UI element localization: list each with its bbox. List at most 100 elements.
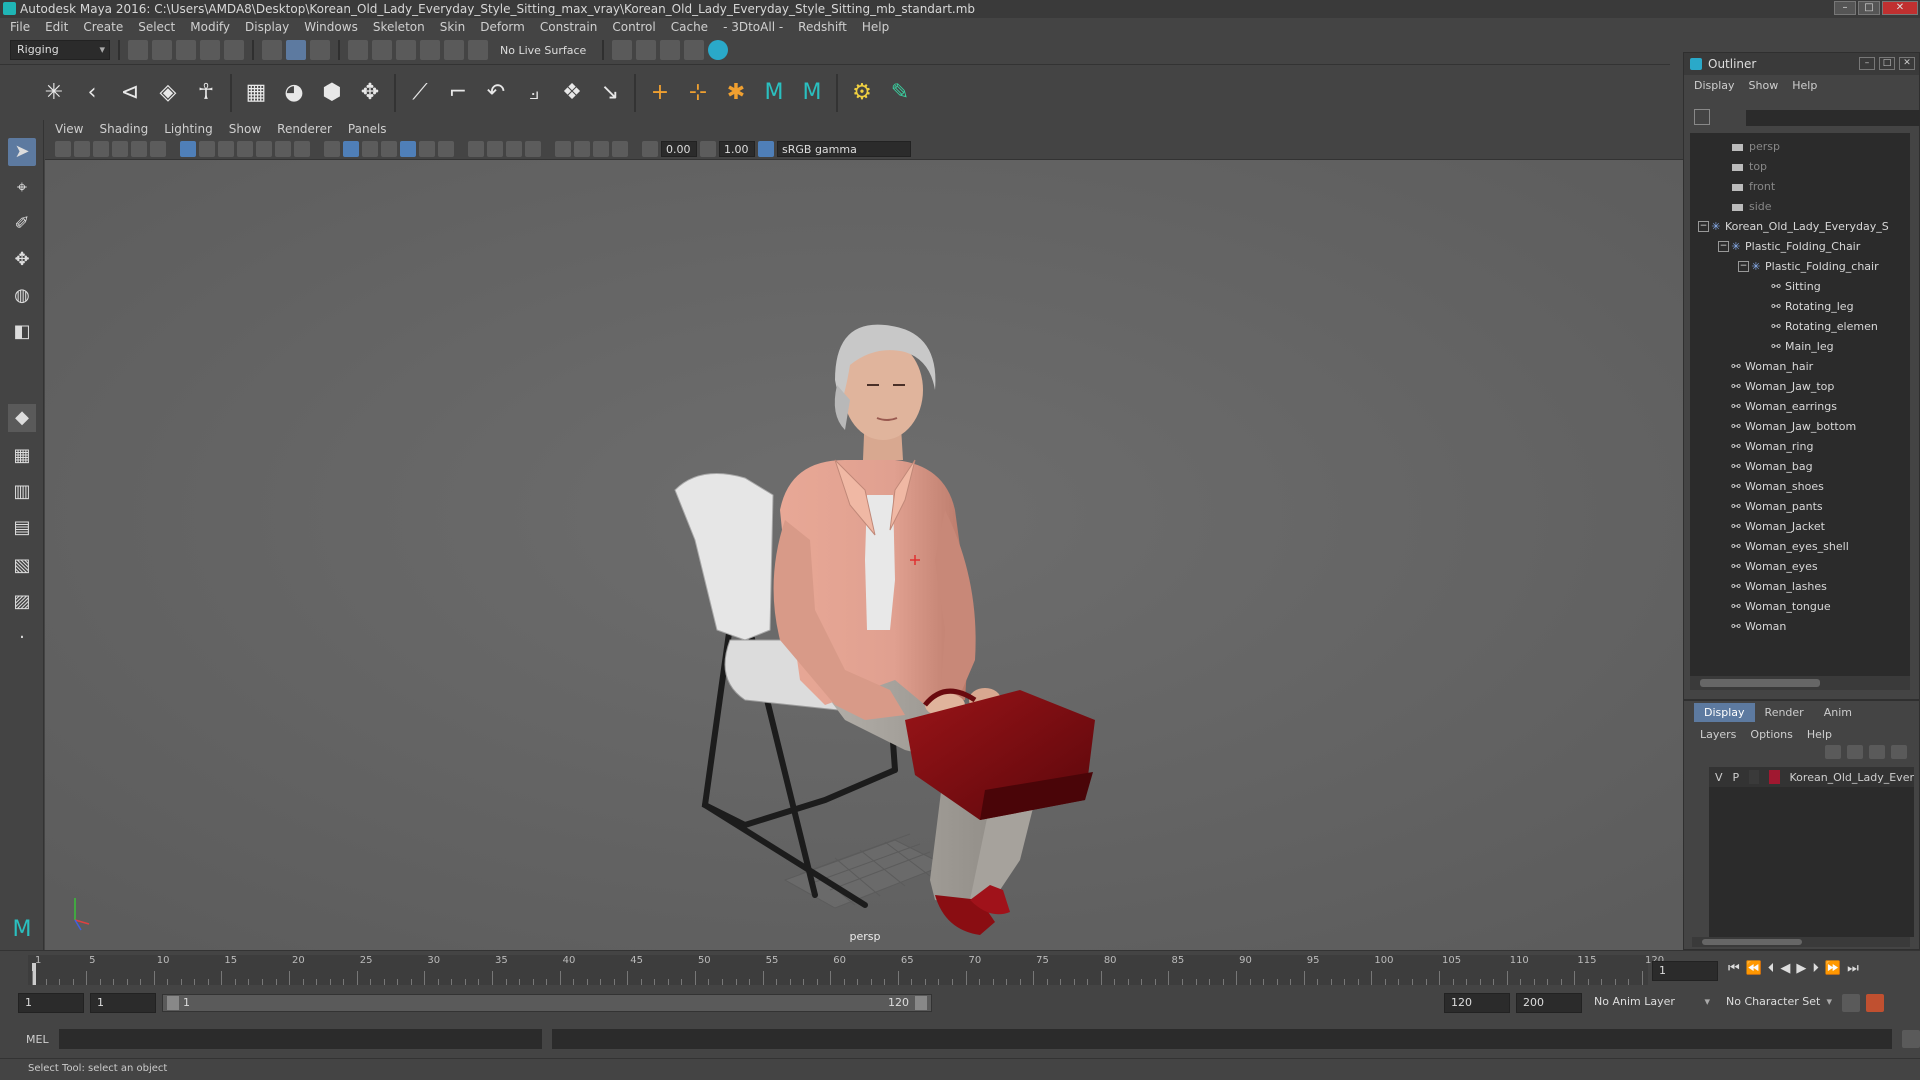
step-back-frame-button[interactable]: ⏴: [1768, 961, 1775, 976]
layer-display-type[interactable]: [1749, 770, 1760, 784]
ik-spline-icon[interactable]: ⌐: [444, 79, 472, 107]
constraint-icon[interactable]: ❖: [558, 79, 586, 107]
layer-menu-options[interactable]: Options: [1750, 728, 1792, 741]
outliner-item[interactable]: ✳ Korean_Old_Lady_Everyday_S: [1710, 217, 1888, 237]
xray-components-icon[interactable]: [612, 140, 628, 157]
new-layer-selected-icon[interactable]: [1891, 745, 1907, 759]
cluster-icon[interactable]: ✥: [356, 79, 384, 107]
expand-toggle-icon[interactable]: −: [1718, 241, 1729, 252]
outliner-item[interactable]: persp: [1732, 137, 1780, 157]
grid-toggle-icon[interactable]: [180, 140, 196, 157]
scale-tool-icon[interactable]: ◧: [8, 318, 36, 346]
isolate-select-icon[interactable]: [555, 140, 571, 157]
wireframe-on-shaded-icon[interactable]: [381, 140, 397, 157]
outliner-item[interactable]: ⚯ Woman_lashes: [1730, 577, 1827, 597]
outliner-item[interactable]: ⚯ Woman_eyes: [1730, 557, 1817, 577]
layout-single-icon[interactable]: ◆: [8, 404, 36, 432]
snap-live-icon[interactable]: [468, 40, 488, 60]
wireframe-icon[interactable]: [324, 140, 340, 157]
outliner-maximize-button[interactable]: □: [1879, 57, 1895, 70]
outliner-horizontal-scrollbar[interactable]: [1690, 676, 1910, 690]
move-layer-down-icon[interactable]: [1847, 745, 1863, 759]
step-back-key-button[interactable]: ⏪: [1746, 961, 1762, 976]
layer-tab-display[interactable]: Display: [1694, 703, 1755, 722]
expand-toggle-icon[interactable]: −: [1698, 221, 1709, 232]
viewport-menu-view[interactable]: View: [55, 122, 83, 136]
menu-windows[interactable]: Windows: [304, 20, 358, 34]
filter-icon[interactable]: [1694, 109, 1710, 125]
outliner-item[interactable]: ⚯ Woman_pants: [1730, 497, 1822, 517]
menu-help[interactable]: Help: [862, 20, 889, 34]
outliner-item[interactable]: ✳ Plastic_Folding_chair: [1750, 257, 1878, 277]
new-empty-layer-icon[interactable]: [1869, 745, 1885, 759]
create-joint-icon[interactable]: ✳: [40, 79, 68, 107]
layer-color-swatch[interactable]: [1769, 770, 1780, 784]
menu-cache[interactable]: Cache: [671, 20, 708, 34]
antialiasing-icon[interactable]: [506, 140, 522, 157]
close-button[interactable]: ✕: [1882, 1, 1918, 15]
render-frame-icon[interactable]: [636, 40, 657, 60]
quick-rig-icon[interactable]: ☥: [192, 79, 220, 107]
outliner-item[interactable]: ⚯ Woman_hair: [1730, 357, 1813, 377]
ik-handle-icon[interactable]: ⟋: [406, 79, 434, 107]
redo-icon[interactable]: [224, 40, 244, 60]
outliner-item[interactable]: ⚯ Woman_tongue: [1730, 597, 1830, 617]
menu-edit[interactable]: Edit: [45, 20, 68, 34]
ik-curve-icon[interactable]: ↶: [482, 79, 510, 107]
ambient-occlusion-icon[interactable]: [468, 140, 484, 157]
outliner-item[interactable]: ⚯ Woman_eyes_shell: [1730, 537, 1848, 557]
outliner-item[interactable]: ⚯ Woman_earrings: [1730, 397, 1837, 417]
layer-tab-anim[interactable]: Anim: [1814, 703, 1862, 722]
use-lights-icon[interactable]: [419, 140, 435, 157]
outliner-item[interactable]: top: [1732, 157, 1767, 177]
maya-m-icon-2[interactable]: M: [798, 79, 826, 107]
gamma-field[interactable]: 1.00: [719, 140, 755, 157]
grease-pencil-icon[interactable]: [150, 140, 166, 157]
character-set-dropdown[interactable]: No Character Set: [1720, 993, 1836, 1013]
animation-start-field[interactable]: 1: [18, 993, 84, 1013]
go-to-end-button[interactable]: ⏭: [1847, 961, 1859, 976]
outliner-close-button[interactable]: ✕: [1899, 57, 1915, 70]
shadows-icon[interactable]: [438, 140, 454, 157]
play-forward-button[interactable]: ▶: [1796, 961, 1806, 976]
menu-redshift[interactable]: Redshift: [798, 20, 847, 34]
snap-grid-icon[interactable]: [348, 40, 368, 60]
outliner-item[interactable]: ⚯ Rotating_elemen: [1770, 317, 1877, 337]
viewport-menu-show[interactable]: Show: [229, 122, 261, 136]
xray-joints-icon[interactable]: [593, 140, 609, 157]
snap-surface-icon[interactable]: [444, 40, 464, 60]
layer-name[interactable]: Korean_Old_Lady_Ever: [1790, 771, 1914, 784]
outliner-item[interactable]: ⚯ Rotating_leg: [1770, 297, 1853, 317]
outliner-item[interactable]: ⚯ Woman_Jaw_top: [1730, 377, 1834, 397]
outliner-item[interactable]: ⚯ Woman_shoes: [1730, 477, 1823, 497]
save-scene-icon[interactable]: [176, 40, 196, 60]
preferences-icon[interactable]: [1866, 994, 1884, 1012]
insert-joint-icon[interactable]: ‹: [78, 79, 106, 107]
mirror-joint-icon[interactable]: ⊲: [116, 79, 144, 107]
script-editor-icon[interactable]: [1902, 1030, 1920, 1048]
select-hierarchy-icon[interactable]: [262, 40, 282, 60]
viewport-menu-lighting[interactable]: Lighting: [164, 122, 213, 136]
viewport-menu-renderer[interactable]: Renderer: [277, 122, 332, 136]
outliner-menu-show[interactable]: Show: [1749, 79, 1779, 92]
motion-blur-icon[interactable]: [487, 140, 503, 157]
ik-solver-icon[interactable]: ⟓: [520, 79, 548, 107]
step-forward-frame-button[interactable]: ⏵: [1812, 961, 1819, 976]
aim-constraint-icon[interactable]: ↘: [596, 79, 624, 107]
redshift-icon[interactable]: ⚙: [848, 79, 876, 107]
gate-mask-icon[interactable]: [237, 140, 253, 157]
move-tool-icon[interactable]: ✥: [8, 246, 36, 274]
snap-view-icon[interactable]: [420, 40, 440, 60]
orient-joint-icon[interactable]: ◈: [154, 79, 182, 107]
layout-outliner-icon[interactable]: ▨: [8, 588, 36, 616]
use-default-material-icon[interactable]: [362, 140, 378, 157]
color-management-icon[interactable]: [758, 140, 774, 157]
lasso-tool-icon[interactable]: ⌖: [8, 174, 36, 202]
layer-horizontal-scrollbar[interactable]: [1692, 937, 1910, 947]
mel-input[interactable]: [58, 1029, 543, 1049]
outliner-item[interactable]: front: [1732, 177, 1775, 197]
viewport-menu-shading[interactable]: Shading: [99, 122, 148, 136]
layer-playback-toggle[interactable]: P: [1733, 771, 1740, 784]
layer-tab-render[interactable]: Render: [1755, 703, 1814, 722]
layout-two-icon[interactable]: ▥: [8, 478, 36, 506]
